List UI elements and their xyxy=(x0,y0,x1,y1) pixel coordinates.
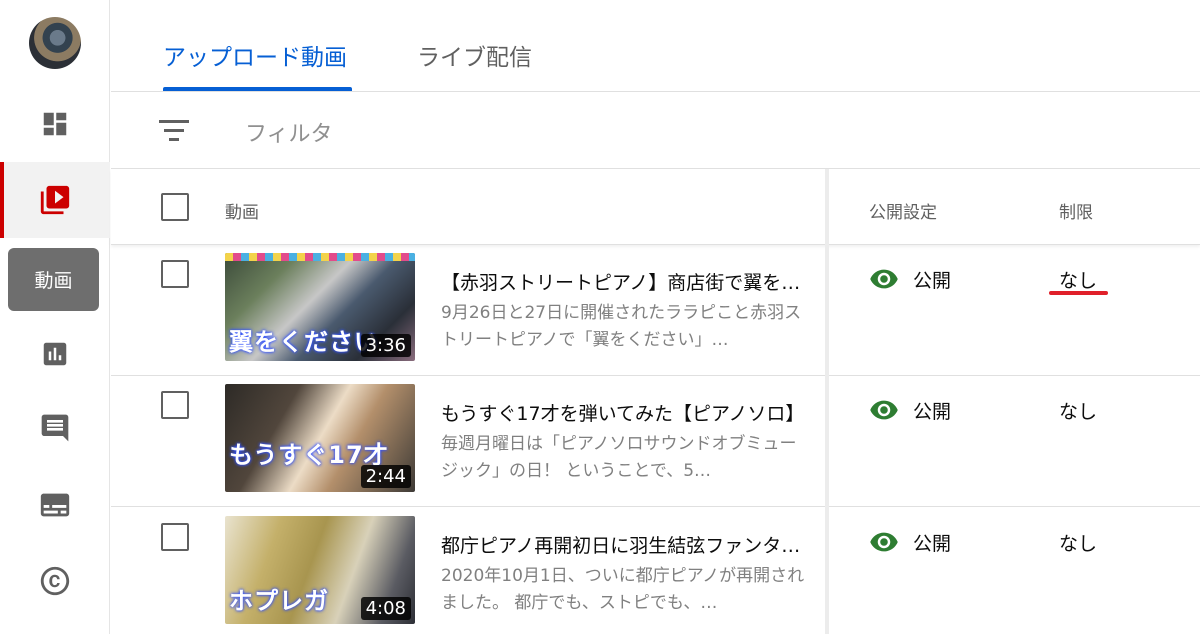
analytics-icon xyxy=(43,342,67,366)
thumbnail-caption: 翼をください xyxy=(229,328,379,356)
dashboard-icon xyxy=(43,112,67,136)
table-row[interactable]: ホプレガ 4:08 都庁ピアノ再開初日に羽生結弦ファンタジー 2020年10月1… xyxy=(111,507,1200,634)
thumbnail-caption: ホプレガ xyxy=(229,587,329,615)
video-library-icon xyxy=(40,185,70,215)
eye-icon xyxy=(870,400,898,420)
filter-bar: フィルタ xyxy=(111,92,1200,169)
tab-live[interactable]: ライブ配信 xyxy=(417,38,532,72)
header-visibility[interactable]: 公開設定 xyxy=(869,198,937,223)
header-video[interactable]: 動画 xyxy=(225,198,259,223)
visibility-cell[interactable]: 公開 xyxy=(869,264,951,294)
comments-icon xyxy=(41,414,69,442)
visibility-cell[interactable]: 公開 xyxy=(869,395,951,425)
select-all-checkbox[interactable] xyxy=(161,193,189,221)
row-checkbox[interactable] xyxy=(161,260,189,288)
header-restrictions[interactable]: 制限 xyxy=(1059,198,1093,223)
sidebar-tooltip: 動画 xyxy=(8,248,99,311)
sidebar-item-analytics[interactable] xyxy=(0,316,110,392)
sidebar-item-subtitles[interactable] xyxy=(0,467,110,543)
sidebar-item-copyright[interactable] xyxy=(0,543,110,619)
eye-icon xyxy=(870,532,898,552)
video-title[interactable]: もうすぐ17才を弾いてみた【ピアノソロ】 xyxy=(441,399,811,426)
table-header: 動画 公開設定 制限 xyxy=(111,169,1200,245)
video-description: 毎週月曜日は「ピアノソロサウンドオブミュージック」の日！ ということで、5… xyxy=(441,434,797,481)
tab-bar: アップロード動画 ライブ配信 xyxy=(111,0,1200,92)
visibility-label: 公開 xyxy=(913,532,952,555)
video-description: 9月26日と27日に開催されたララピこと赤羽ストリートピアノで「翼をください」… xyxy=(441,303,802,350)
video-title[interactable]: 【赤羽ストリートピアノ】商店街で翼をください xyxy=(441,268,811,295)
video-duration: 4:08 xyxy=(360,597,411,620)
eye-icon xyxy=(870,269,898,289)
copyright-icon xyxy=(40,566,70,596)
video-thumbnail[interactable]: 翼をください 3:36 xyxy=(225,253,415,361)
video-duration: 3:36 xyxy=(360,334,411,357)
sidebar: 動画 xyxy=(0,0,110,634)
subtitles-icon xyxy=(40,493,70,517)
filter-input[interactable]: フィルタ xyxy=(245,116,333,148)
column-resize-handle[interactable] xyxy=(825,169,829,634)
visibility-cell[interactable]: 公開 xyxy=(869,527,951,557)
sidebar-item-comments[interactable] xyxy=(0,390,110,466)
video-duration: 2:44 xyxy=(360,465,411,488)
active-tab-indicator xyxy=(163,87,352,91)
video-description: 2020年10月1日、ついに都庁ピアノが再開されました。 都庁でも、ストピでも、… xyxy=(441,566,805,613)
row-checkbox[interactable] xyxy=(161,523,189,551)
table-row[interactable]: もうすぐ17才 2:44 もうすぐ17才を弾いてみた【ピアノソロ】 毎週月曜日は… xyxy=(111,375,1200,507)
filter-icon[interactable] xyxy=(159,120,189,142)
restriction-label: なし xyxy=(1059,270,1098,292)
channel-avatar[interactable] xyxy=(29,17,81,69)
table-row[interactable]: 翼をください 3:36 【赤羽ストリートピアノ】商店街で翼をください 9月26日… xyxy=(111,244,1200,376)
tab-uploads[interactable]: アップロード動画 xyxy=(163,38,347,72)
sidebar-item-dashboard[interactable] xyxy=(0,86,110,162)
restriction-underline xyxy=(1049,291,1108,295)
sidebar-item-videos[interactable] xyxy=(0,162,110,238)
video-title[interactable]: 都庁ピアノ再開初日に羽生結弦ファンタジー xyxy=(441,531,811,558)
restriction-label: なし xyxy=(1059,533,1098,555)
row-checkbox[interactable] xyxy=(161,391,189,419)
restriction-label: なし xyxy=(1059,401,1098,423)
video-thumbnail[interactable]: ホプレガ 4:08 xyxy=(225,516,415,624)
video-thumbnail[interactable]: もうすぐ17才 2:44 xyxy=(225,384,415,492)
visibility-label: 公開 xyxy=(913,400,952,423)
visibility-label: 公開 xyxy=(913,269,952,292)
